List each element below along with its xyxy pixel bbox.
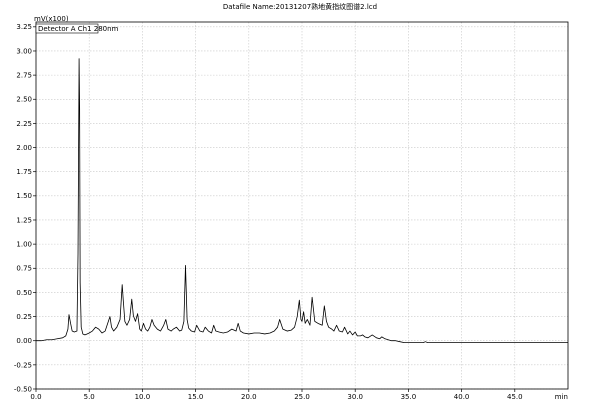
y-tick-label: 3.25 xyxy=(16,23,32,31)
y-tick-label: 1.00 xyxy=(16,241,32,249)
y-tick-label: 1.50 xyxy=(16,192,32,200)
x-tick-label: 20.0 xyxy=(241,393,257,400)
x-tick-label: 15.0 xyxy=(188,393,204,400)
y-tick-label: 0.50 xyxy=(16,289,32,297)
y-tick-label: 3.00 xyxy=(16,47,32,55)
y-tick-label: 2.75 xyxy=(16,72,32,80)
x-tick-label: 5.0 xyxy=(84,393,95,400)
y-tick-label: 2.25 xyxy=(16,120,32,128)
legend: Detector A Ch1 280nm xyxy=(35,23,119,34)
grid xyxy=(36,22,568,390)
y-tick-label: -0.50 xyxy=(14,385,32,393)
y-tick-label: -0.25 xyxy=(14,361,32,369)
y-tick-label: 0.00 xyxy=(16,337,32,345)
x-tick-label: 45.0 xyxy=(507,393,523,400)
y-tick-label: 1.25 xyxy=(16,216,32,224)
x-tick-label: 30.0 xyxy=(347,393,363,400)
chart-title: Datafile Name:20131207熟地黄指纹图谱2.lcd xyxy=(223,2,377,11)
x-axis-ticks: 0.0 5.0 10.0 15.0 20.0 25.0 30.0 35.0 40.0 45.0 xyxy=(30,389,523,400)
y-tick-label: 0.75 xyxy=(16,265,32,273)
x-tick-label: 35.0 xyxy=(401,393,417,400)
y-tick-label: 2.00 xyxy=(16,144,32,152)
x-tick-label: 40.0 xyxy=(454,393,470,400)
legend-label: Detector A Ch1 280nm xyxy=(38,25,119,33)
x-tick-label: 0.0 xyxy=(30,393,41,400)
x-tick-label: 25.0 xyxy=(294,393,310,400)
x-axis-unit: min xyxy=(555,393,568,400)
chromatogram-chart: Datafile Name:20131207熟地黄指纹图谱2.lcd mV(x1… xyxy=(14,2,569,400)
y-tick-label: 2.50 xyxy=(16,96,32,104)
y-axis-ticks: 3.25 3.00 2.75 2.50 2.25 2.00 1.75 1.50 1.25 1.00… xyxy=(14,23,36,393)
y-tick-label: 1.75 xyxy=(16,168,32,176)
y-tick-label: 0.25 xyxy=(16,313,32,321)
x-tick-label: 10.0 xyxy=(135,393,151,400)
